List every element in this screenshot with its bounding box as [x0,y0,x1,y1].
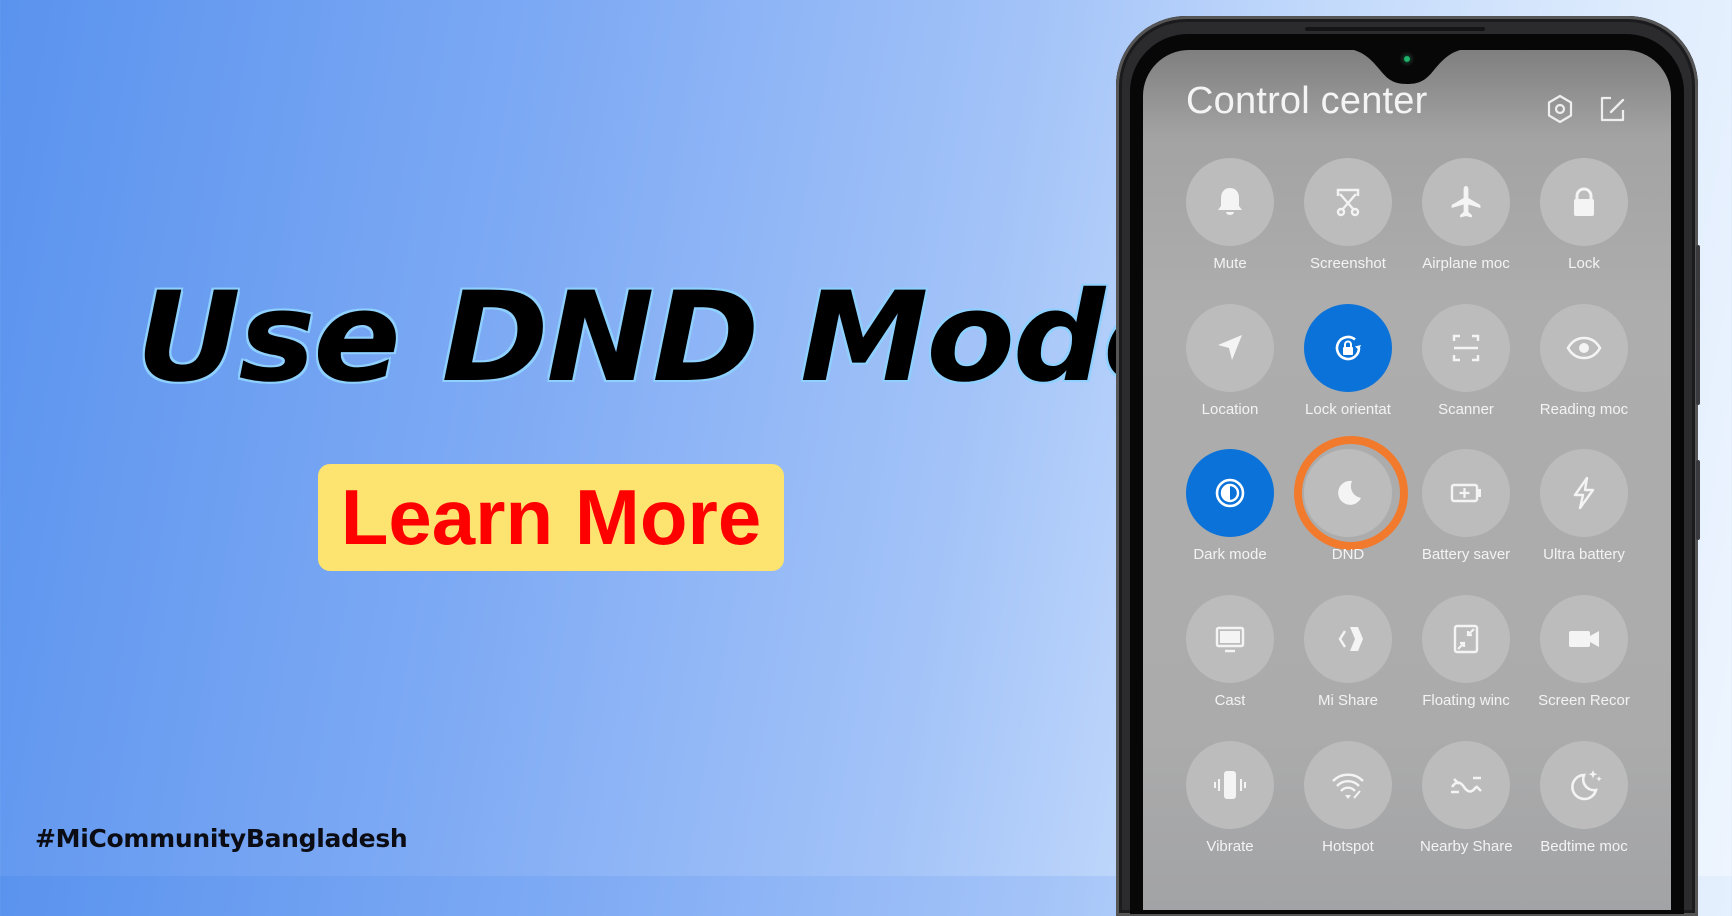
tile-bedtime-mode[interactable]: Bedtime moc [1525,741,1643,887]
tile-floating-window[interactable]: Floating winc [1407,595,1525,741]
highlight-ring [1294,436,1408,550]
bell-icon [1218,188,1242,215]
control-center-title: Control center [1186,80,1428,122]
screenshot-scissors-icon [1336,188,1360,217]
tile-screen-recorder[interactable]: Screen Recor [1525,595,1643,741]
tile-label: Bedtime moc [1540,838,1628,855]
tile-label: Reading moc [1539,401,1629,418]
nearby-share-icon [1450,776,1482,794]
settings-icon[interactable] [1544,93,1576,125]
tile-screenshot[interactable]: Screenshot [1289,158,1407,304]
tile-label: Screenshot [1310,255,1386,272]
video-camera-icon [1569,631,1599,647]
tile-label: Location [1201,401,1259,418]
mute-toggle[interactable] [1186,158,1274,246]
monitor-icon [1215,626,1245,653]
edit-icon[interactable] [1596,93,1628,125]
tile-hotspot[interactable]: Hotspot [1289,741,1407,887]
bedtime-moon-icon [1571,770,1602,801]
tile-airplane-mode[interactable]: Airplane moc [1407,158,1525,304]
tile-nearby-share[interactable]: Nearby Share [1407,741,1525,887]
tile-dnd[interactable]: DND [1289,436,1408,595]
screen-recorder-toggle[interactable] [1540,595,1628,683]
scanner-icon [1452,334,1480,362]
tile-battery-saver[interactable]: Battery saver [1407,449,1525,595]
lock-icon [1574,187,1594,216]
tile-label: Mi Share [1317,692,1379,709]
tile-lock[interactable]: Lock [1525,158,1643,304]
floating-window-icon [1453,624,1479,654]
headline: Use DND Mode [134,266,1192,410]
screenshot-toggle[interactable] [1304,158,1392,246]
tile-label: Battery saver [1421,546,1511,563]
reading-mode-toggle[interactable] [1540,304,1628,392]
lock-toggle[interactable] [1540,158,1628,246]
tile-mi-share[interactable]: Mi Share [1289,595,1407,741]
tile-vibrate[interactable]: Vibrate [1171,741,1289,887]
tile-cast[interactable]: Cast [1171,595,1289,741]
rotation-lock-icon [1335,335,1361,361]
lightning-icon [1573,476,1595,510]
hashtag-text: #MiCommunityBangladesh [35,824,408,853]
tile-label: Hotspot [1322,838,1374,855]
airplane-icon [1451,186,1481,218]
hotspot-toggle[interactable] [1304,741,1392,829]
mi-share-icon [1338,627,1363,651]
location-arrow-icon [1218,335,1242,360]
location-toggle[interactable] [1186,304,1274,392]
tile-label: Floating winc [1422,692,1510,709]
floating-window-toggle[interactable] [1422,595,1510,683]
airplane-mode-toggle[interactable] [1422,158,1510,246]
front-camera [1400,52,1414,66]
tile-label: Lock [1568,255,1600,272]
tile-label: Vibrate [1206,838,1254,855]
battery-icon [1450,483,1481,503]
lock-orientation-toggle[interactable] [1304,304,1392,392]
tile-label: Airplane moc [1422,255,1510,272]
tile-lock-orientation[interactable]: Lock orientat [1289,304,1407,450]
tile-label: DND [1331,546,1365,563]
tile-ultra-battery[interactable]: Ultra battery [1525,449,1643,595]
tile-reading-mode[interactable]: Reading moc [1525,304,1643,450]
tile-dark-mode[interactable]: Dark mode [1171,449,1289,595]
battery-saver-toggle[interactable] [1422,449,1510,537]
eye-icon [1566,336,1602,360]
nearby-share-toggle[interactable] [1422,741,1510,829]
tile-label: Ultra battery [1543,546,1625,563]
mi-share-toggle[interactable] [1304,595,1392,683]
dark-mode-icon [1215,478,1245,508]
cast-toggle[interactable] [1186,595,1274,683]
tile-location[interactable]: Location [1171,304,1289,450]
bedtime-mode-toggle[interactable] [1540,741,1628,829]
tile-label: Scanner [1438,401,1494,418]
hotspot-icon [1332,773,1364,799]
tile-label: Mute [1213,255,1247,272]
dark-mode-toggle[interactable] [1186,449,1274,537]
ultra-battery-toggle[interactable] [1540,449,1628,537]
earpiece-speaker [1305,27,1485,31]
tile-label: Screen Recor [1538,692,1630,709]
learn-more-button[interactable]: Learn More [318,464,784,571]
tile-scanner[interactable]: Scanner [1407,304,1525,450]
tile-mute[interactable]: Mute [1171,158,1289,304]
tile-label: Lock orientat [1305,401,1391,418]
volume-button [1696,245,1700,405]
vibrate-icon [1214,771,1246,799]
tile-label: Dark mode [1193,546,1267,563]
vibrate-toggle[interactable] [1186,741,1274,829]
tile-label: Nearby Share [1420,838,1512,855]
tile-label: Cast [1214,692,1246,709]
power-button [1696,460,1700,540]
scanner-toggle[interactable] [1422,304,1510,392]
